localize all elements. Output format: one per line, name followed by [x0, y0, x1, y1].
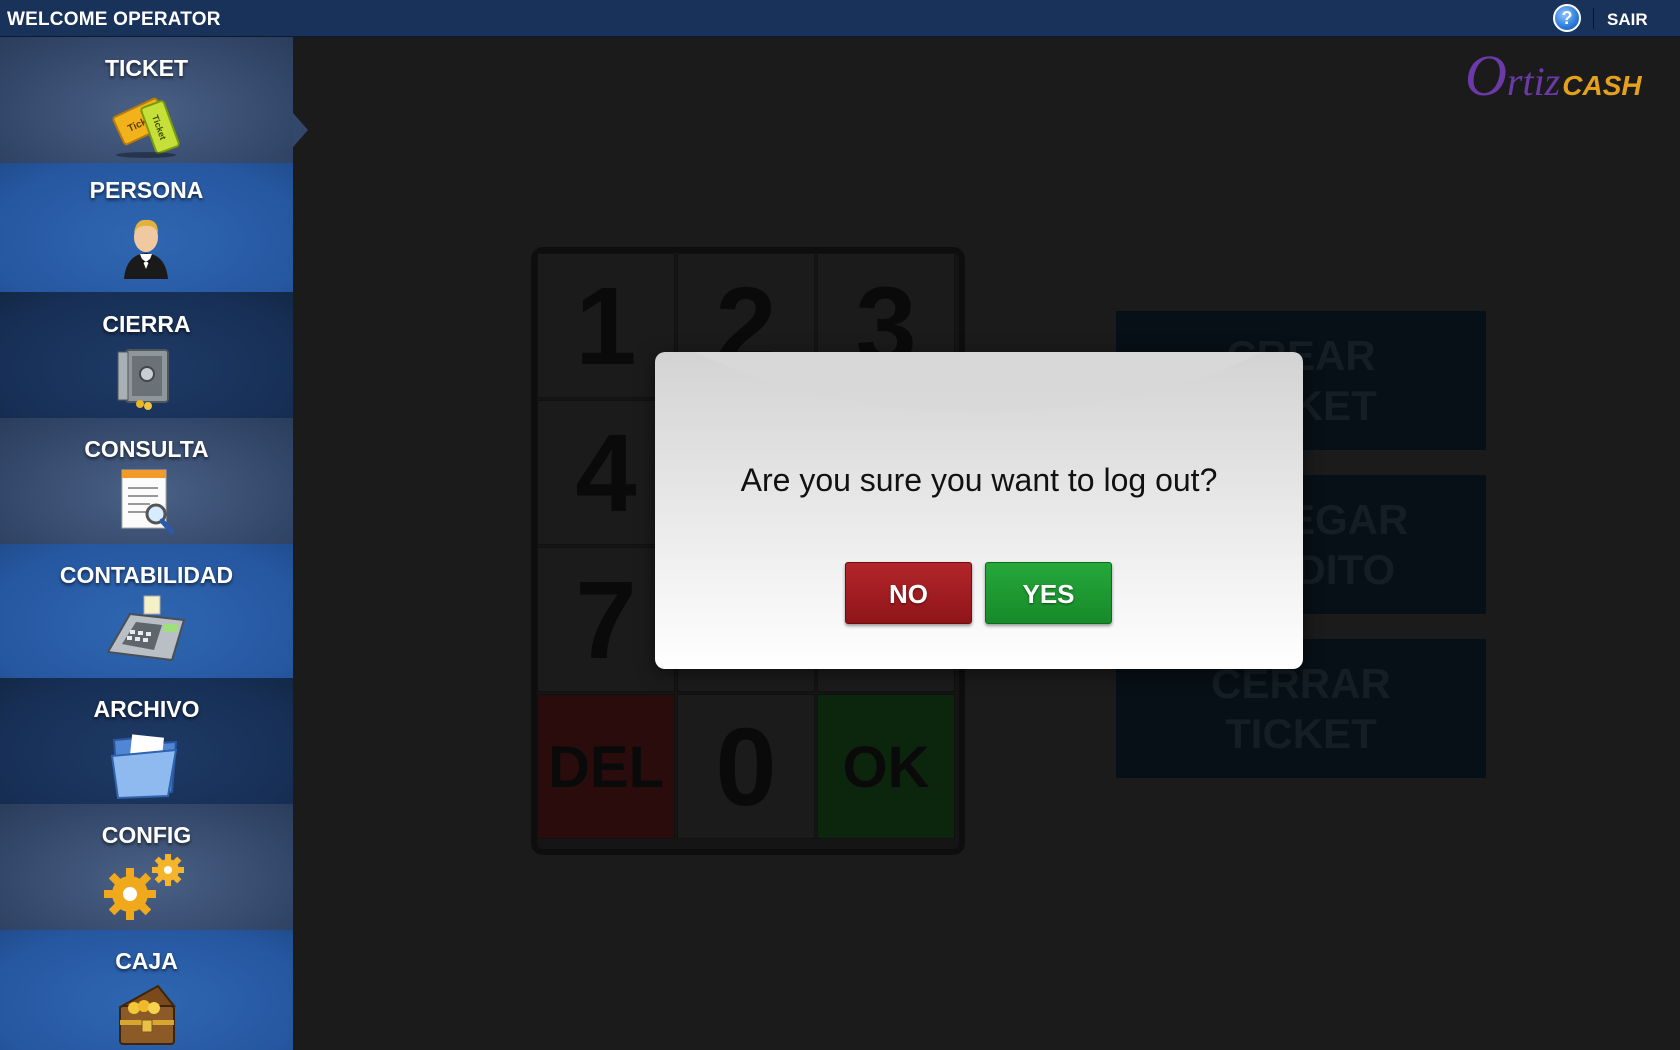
sidebar-item-label: TICKET	[104, 55, 189, 81]
yes-button[interactable]: YES	[985, 562, 1112, 624]
welcome-text: WELCOME OPERATOR	[7, 9, 221, 30]
sidebar-item-label: CAJA	[115, 948, 178, 974]
person-icon	[100, 207, 192, 281]
sidebar-item-consulta[interactable]: CONSULTA	[0, 418, 293, 544]
sidebar-item-persona[interactable]: PERSONA	[0, 163, 293, 292]
document-search-icon	[100, 466, 192, 540]
sidebar-item-label: CONFIG	[101, 822, 192, 848]
no-button[interactable]: NO	[845, 562, 972, 624]
divider	[1593, 8, 1594, 29]
sidebar-item-label: CONTABILIDAD	[59, 562, 234, 588]
logout-dialog: Are you sure you want to log out? NO YES	[655, 352, 1303, 669]
dialog-gloss	[655, 352, 1303, 412]
sidebar-item-ticket[interactable]: TICKET Ticket Ticket	[0, 37, 293, 163]
key-ok[interactable]: OK	[817, 694, 955, 839]
top-bar: WELCOME OPERATOR ? SAIR	[0, 0, 1680, 37]
treasure-chest-icon	[100, 976, 192, 1050]
sidebar-item-cierra[interactable]: CIERRA	[0, 292, 293, 418]
logo-rtiz: rtiz	[1506, 59, 1561, 104]
exit-button[interactable]: SAIR	[1607, 10, 1648, 30]
sidebar-item-label: CIERRA	[102, 311, 191, 337]
logo-cash: CASH	[1562, 70, 1642, 101]
sidebar-item-archivo[interactable]: ARCHIVO	[0, 678, 293, 804]
ortizcash-logo: OrtizCASH	[1465, 42, 1642, 108]
help-icon[interactable]: ?	[1553, 4, 1581, 32]
sidebar-item-contabilidad[interactable]: CONTABILIDAD	[0, 544, 293, 678]
sidebar-item-config[interactable]: CONFIG	[0, 804, 293, 930]
folder-icon	[100, 726, 192, 800]
sidebar-item-label: PERSONA	[89, 177, 204, 203]
sidebar-item-label: ARCHIVO	[93, 696, 200, 722]
ticket-icon: Ticket Ticket	[100, 85, 192, 159]
gears-icon	[100, 850, 192, 924]
sidebar-item-label: CONSULTA	[84, 436, 209, 462]
dialog-message: Are you sure you want to log out?	[740, 462, 1218, 498]
key-del[interactable]: DEL	[537, 694, 675, 839]
sidebar-item-caja[interactable]: CAJA	[0, 930, 293, 1050]
safe-icon	[100, 340, 192, 414]
key-0[interactable]: 0	[677, 694, 815, 839]
selected-pointer	[293, 113, 308, 147]
logo-o: O	[1465, 43, 1507, 108]
cash-register-icon	[100, 594, 192, 668]
sidebar: TICKET Ticket Ticket PERSONA CIERRA CONS…	[0, 37, 308, 1050]
